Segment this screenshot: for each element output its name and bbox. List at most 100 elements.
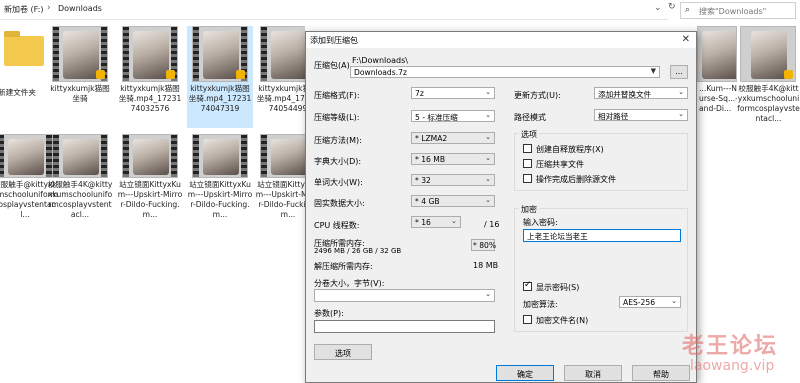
- chevron-down-icon: ⌄: [485, 88, 491, 96]
- enc-method-label: 加密算法:: [523, 300, 558, 309]
- mem-comp-value: 2496 MB / 26 GB / 32 GB: [314, 247, 402, 255]
- video-thumbnail: [740, 26, 796, 82]
- video-thumbnail: [192, 134, 248, 178]
- params-label: 参数(P):: [314, 309, 344, 318]
- archive-name-combo[interactable]: Downloads.7z ▼: [350, 66, 660, 78]
- dialog-title: 添加到压缩包: [306, 32, 696, 48]
- update-value: 添加并替换文件: [598, 90, 652, 99]
- browse-button[interactable]: ...: [670, 65, 688, 79]
- file-item[interactable]: 校服触手4K@kittyxkumschooluniformcosplayvste…: [47, 134, 113, 236]
- file-name: kittyxkumjk猫图坐骑: [50, 84, 110, 103]
- file-item[interactable]: kittyxkumjk猫图坐骑.mp4_1723174054499: [255, 26, 305, 128]
- file-item-folder[interactable]: 新建文件夹: [0, 26, 46, 128]
- dict-select[interactable]: * 16 MB ⌄: [411, 153, 495, 165]
- search-input[interactable]: ⌕ 搜索"Downloads": [680, 2, 796, 19]
- mem-percent-value: * 80%: [473, 241, 497, 250]
- player-badge-icon: [96, 70, 105, 79]
- video-thumbnail: [52, 26, 108, 82]
- file-name: 站立镜面KittyxKum---Upskirt-Mirror-Dildo-Fuc…: [187, 180, 253, 219]
- breadcrumb-drive[interactable]: 新加卷 (F:): [4, 4, 43, 15]
- chevron-down-icon: ⌄: [485, 175, 491, 183]
- password-input[interactable]: 上老王论坛当老王: [523, 229, 681, 242]
- file-item[interactable]: kittyxkumjk猫图坐骑: [47, 26, 113, 128]
- video-thumbnail: [697, 26, 737, 82]
- word-label: 单词大小(W):: [314, 178, 363, 187]
- file-name: 校服触手4K@kittyxkumschooluniformcosplayvste…: [737, 84, 800, 123]
- video-thumbnail: [52, 134, 108, 178]
- path-label: 路径模式: [514, 113, 546, 122]
- close-icon[interactable]: ✕: [682, 34, 690, 45]
- level-select[interactable]: 5 - 标准压缩 ⌄: [411, 110, 495, 122]
- encrypt-names-label: 加密文件名(N): [536, 316, 589, 325]
- password-label: 输入密码:: [523, 218, 558, 227]
- search-placeholder: 搜索"Downloads": [699, 7, 767, 16]
- cancel-button[interactable]: 取消: [564, 365, 622, 381]
- threads-label: CPU 线程数:: [314, 221, 360, 230]
- mem-percent-select[interactable]: * 80%: [471, 239, 497, 251]
- file-item[interactable]: 站立镜面KittyxKum---Upskirt-Mirror-Dildo-Fuc…: [187, 134, 253, 236]
- sfx-checkbox[interactable]: [523, 144, 532, 153]
- player-badge-icon: [236, 70, 245, 79]
- delete-checkbox[interactable]: [523, 174, 532, 183]
- watermark-url: laowang.vip: [690, 358, 775, 374]
- file-item[interactable]: 站立镜面KittyxKum---Upskirt-Mirror-Dildo-Fuc…: [117, 134, 183, 236]
- dict-value: * 16 MB: [415, 155, 446, 164]
- options-group-title: 选项: [519, 129, 539, 140]
- encrypt-names-checkbox[interactable]: [523, 315, 532, 324]
- show-password-label: 显示密码(S): [536, 283, 580, 292]
- options-button[interactable]: 选项: [314, 344, 372, 360]
- enc-method-value: AES-256: [623, 298, 656, 307]
- mem-decomp-value: 18 MB: [473, 261, 499, 270]
- encryption-group: 加密 输入密码: 上老王论坛当老王 显示密码(S) 加密算法: AES-256 ⌄…: [514, 204, 688, 332]
- path-select[interactable]: 相对路径 ⌄: [594, 109, 688, 121]
- file-name: 校服触手4K@kittyxkumschooluniformcosplayvste…: [47, 180, 113, 219]
- update-select[interactable]: 添加并替换文件 ⌄: [594, 87, 688, 99]
- file-item[interactable]: ...Kum---Nurse-Sq...-and-Di...: [697, 26, 737, 128]
- format-value: 7z: [415, 89, 424, 98]
- chevron-down-icon: ⌄: [485, 290, 491, 298]
- video-thumbnail: [192, 26, 248, 82]
- file-name: 站立镜面KittyxKum---Upskirt-Mirror-Dildo-Fuc…: [255, 180, 305, 219]
- solid-select[interactable]: * 4 GB ⌄: [411, 195, 495, 207]
- split-select[interactable]: ⌄: [314, 289, 495, 302]
- chevron-down-icon[interactable]: ⌄: [654, 3, 662, 13]
- update-label: 更新方式(U):: [514, 91, 561, 100]
- folder-icon: [4, 31, 44, 66]
- ok-button[interactable]: 确定: [496, 365, 554, 381]
- archive-label: 压缩包(A): [314, 61, 350, 70]
- show-password-checkbox[interactable]: [523, 280, 532, 291]
- refresh-icon[interactable]: ↻: [668, 2, 680, 19]
- threads-value: * 16: [415, 218, 431, 227]
- threads-total: / 16: [484, 220, 500, 229]
- chevron-down-icon: ⌄: [678, 110, 684, 118]
- video-thumbnail: [0, 134, 53, 178]
- file-item-selected[interactable]: kittyxkumjk猫图坐骑.mp4_1723174047319: [187, 26, 253, 128]
- video-thumbnail: [122, 134, 178, 178]
- archive-name-value: Downloads.7z: [354, 68, 407, 77]
- breadcrumb-downloads[interactable]: Downloads: [58, 4, 102, 13]
- method-select[interactable]: * LZMA2 ⌄: [411, 132, 495, 144]
- chevron-down-icon: ⌄: [485, 154, 491, 162]
- file-item[interactable]: kittyxkumjk猫图坐骑.mp4_1723174032576: [117, 26, 183, 128]
- params-input[interactable]: [314, 320, 495, 333]
- shared-checkbox[interactable]: [523, 159, 532, 168]
- file-item[interactable]: 站立镜面KittyxKum---Upskirt-Mirror-Dildo-Fuc…: [255, 134, 305, 236]
- chevron-down-icon: ⌄: [485, 133, 491, 141]
- delete-label: 操作完成后删除源文件: [536, 175, 616, 184]
- chevron-down-icon: ⌄: [678, 88, 684, 96]
- chevron-down-icon: ⌄: [451, 217, 457, 225]
- file-name: kittyxkumjk猫图坐骑.mp4_1723174047319: [188, 84, 252, 113]
- solid-value: * 4 GB: [415, 197, 440, 206]
- split-label: 分卷大小，字节(V):: [314, 279, 385, 288]
- address-bar[interactable]: 新加卷 (F:) › Downloads ⌄: [0, 0, 668, 20]
- word-value: * 32: [415, 176, 431, 185]
- file-item[interactable]: 校服触手4K@kittyxkumschooluniformcosplayvste…: [737, 26, 800, 128]
- threads-select[interactable]: * 16 ⌄: [411, 216, 461, 228]
- file-name: kittyxkumjk猫图坐骑.mp4_1723174032576: [118, 84, 182, 113]
- help-button[interactable]: 帮助: [632, 365, 690, 381]
- enc-method-select[interactable]: AES-256 ⌄: [619, 296, 681, 308]
- method-value: * LZMA2: [415, 134, 448, 143]
- path-value: 相对路径: [598, 112, 629, 121]
- format-select[interactable]: 7z ⌄: [411, 87, 495, 99]
- word-select[interactable]: * 32 ⌄: [411, 174, 495, 186]
